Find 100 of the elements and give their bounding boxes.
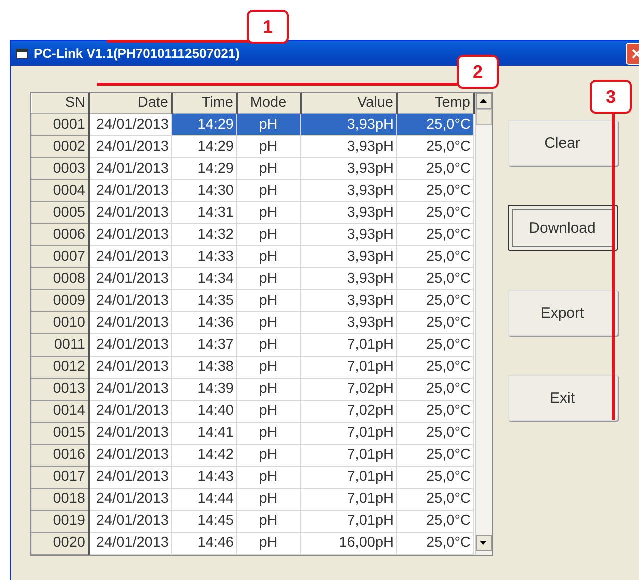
- row-header: 0009: [32, 290, 88, 312]
- table-cell: 24/01/2013: [88, 290, 172, 312]
- table-cell: 25,0°C: [396, 532, 474, 554]
- table-cell: 24/01/2013: [88, 224, 172, 246]
- table-cell: pH: [236, 202, 300, 224]
- table-cell: 3,93pH: [300, 114, 396, 136]
- table-cell: 7,01pH: [300, 334, 396, 356]
- table-cell: 25,0°C: [396, 246, 474, 268]
- table-cell: 14:39: [172, 378, 236, 400]
- table-cell: 24/01/2013: [88, 334, 172, 356]
- table-cell: pH: [236, 356, 300, 378]
- row-header: 0016: [32, 444, 88, 466]
- table-cell: 25,0°C: [396, 136, 474, 158]
- table-cell: 3,93pH: [300, 136, 396, 158]
- row-header: 0020: [32, 532, 88, 554]
- table-cell: 7,01pH: [300, 444, 396, 466]
- table-cell: 25,0°C: [396, 202, 474, 224]
- table-cell: 25,0°C: [396, 488, 474, 510]
- table-cell: 14:36: [172, 312, 236, 334]
- column-header[interactable]: Value: [300, 93, 396, 114]
- column-header[interactable]: Temp: [396, 93, 474, 114]
- row-header: 0017: [32, 466, 88, 488]
- table-cell: 14:33: [172, 246, 236, 268]
- table-cell: 25,0°C: [396, 510, 474, 532]
- table-cell: 3,93pH: [300, 268, 396, 290]
- row-header: 0002: [32, 136, 88, 158]
- column-header[interactable]: Date: [88, 93, 172, 114]
- table-cell: 14:35: [172, 290, 236, 312]
- table-cell: 25,0°C: [396, 180, 474, 202]
- table-cell: pH: [236, 532, 300, 554]
- action-button[interactable]: Exit: [508, 375, 618, 421]
- table-cell: 24/01/2013: [88, 444, 172, 466]
- row-header: 0011: [32, 334, 88, 356]
- table-cell: pH: [236, 290, 300, 312]
- table-cell: 25,0°C: [396, 378, 474, 400]
- row-header: 0010: [32, 312, 88, 334]
- table-cell: 25,0°C: [396, 268, 474, 290]
- table-cell: 14:46: [172, 532, 236, 554]
- action-button[interactable]: Clear: [508, 120, 618, 166]
- column-header[interactable]: Mode: [236, 93, 300, 114]
- table-cell: 3,93pH: [300, 180, 396, 202]
- scroll-up-button[interactable]: [476, 93, 492, 109]
- table-cell: 3,93pH: [300, 224, 396, 246]
- scroll-thumb[interactable]: [476, 109, 492, 125]
- table-cell: 25,0°C: [396, 422, 474, 444]
- row-header: 0014: [32, 400, 88, 422]
- callout-number: 1: [247, 10, 289, 44]
- table-cell: pH: [236, 444, 300, 466]
- table-cell: 24/01/2013: [88, 378, 172, 400]
- row-header: 0007: [32, 246, 88, 268]
- table-cell: 24/01/2013: [88, 510, 172, 532]
- row-header: 0008: [32, 268, 88, 290]
- row-header: 0005: [32, 202, 88, 224]
- table-cell: pH: [236, 510, 300, 532]
- table-cell: 25,0°C: [396, 466, 474, 488]
- table-cell: 14:29: [172, 136, 236, 158]
- table-cell: 14:43: [172, 466, 236, 488]
- column-header[interactable]: Time: [172, 93, 236, 114]
- table-cell: 16,00pH: [300, 532, 396, 554]
- scrollbar[interactable]: [474, 93, 492, 555]
- table-cell: pH: [236, 334, 300, 356]
- table-cell: 14:44: [172, 488, 236, 510]
- down-arrow-icon: [480, 541, 487, 545]
- row-header: 0019: [32, 510, 88, 532]
- table-cell: 14:41: [172, 422, 236, 444]
- table-cell: pH: [236, 312, 300, 334]
- table-cell: 25,0°C: [396, 158, 474, 180]
- table-cell: 14:42: [172, 444, 236, 466]
- table-cell: 25,0°C: [396, 444, 474, 466]
- row-header: 0012: [32, 356, 88, 378]
- action-button[interactable]: Export: [508, 290, 618, 336]
- table-cell: 24/01/2013: [88, 246, 172, 268]
- table-cell: 25,0°C: [396, 224, 474, 246]
- table-cell: 25,0°C: [396, 400, 474, 422]
- row-header: 0018: [32, 488, 88, 510]
- table-cell: 3,93pH: [300, 202, 396, 224]
- table-cell: pH: [236, 114, 300, 136]
- table-cell: 24/01/2013: [88, 422, 172, 444]
- row-header: 0006: [32, 224, 88, 246]
- callout-number: 3: [590, 80, 632, 114]
- table-cell: 7,01pH: [300, 422, 396, 444]
- table-cell: 24/01/2013: [88, 466, 172, 488]
- table-cell: 14:38: [172, 356, 236, 378]
- table-cell: 7,01pH: [300, 356, 396, 378]
- column-header[interactable]: SN: [32, 93, 88, 114]
- table-cell: 24/01/2013: [88, 114, 172, 136]
- table-cell: pH: [236, 180, 300, 202]
- table-cell: 14:34: [172, 268, 236, 290]
- table-cell: 7,01pH: [300, 510, 396, 532]
- table-cell: pH: [236, 158, 300, 180]
- table-cell: pH: [236, 224, 300, 246]
- table-cell: 24/01/2013: [88, 180, 172, 202]
- table-cell: 14:29: [172, 114, 236, 136]
- close-icon: [632, 48, 639, 58]
- up-arrow-icon: [480, 99, 487, 103]
- action-button[interactable]: Download: [508, 205, 618, 251]
- scroll-down-button[interactable]: [476, 535, 492, 551]
- table-cell: 14:45: [172, 510, 236, 532]
- table-cell: pH: [236, 136, 300, 158]
- row-header: 0015: [32, 422, 88, 444]
